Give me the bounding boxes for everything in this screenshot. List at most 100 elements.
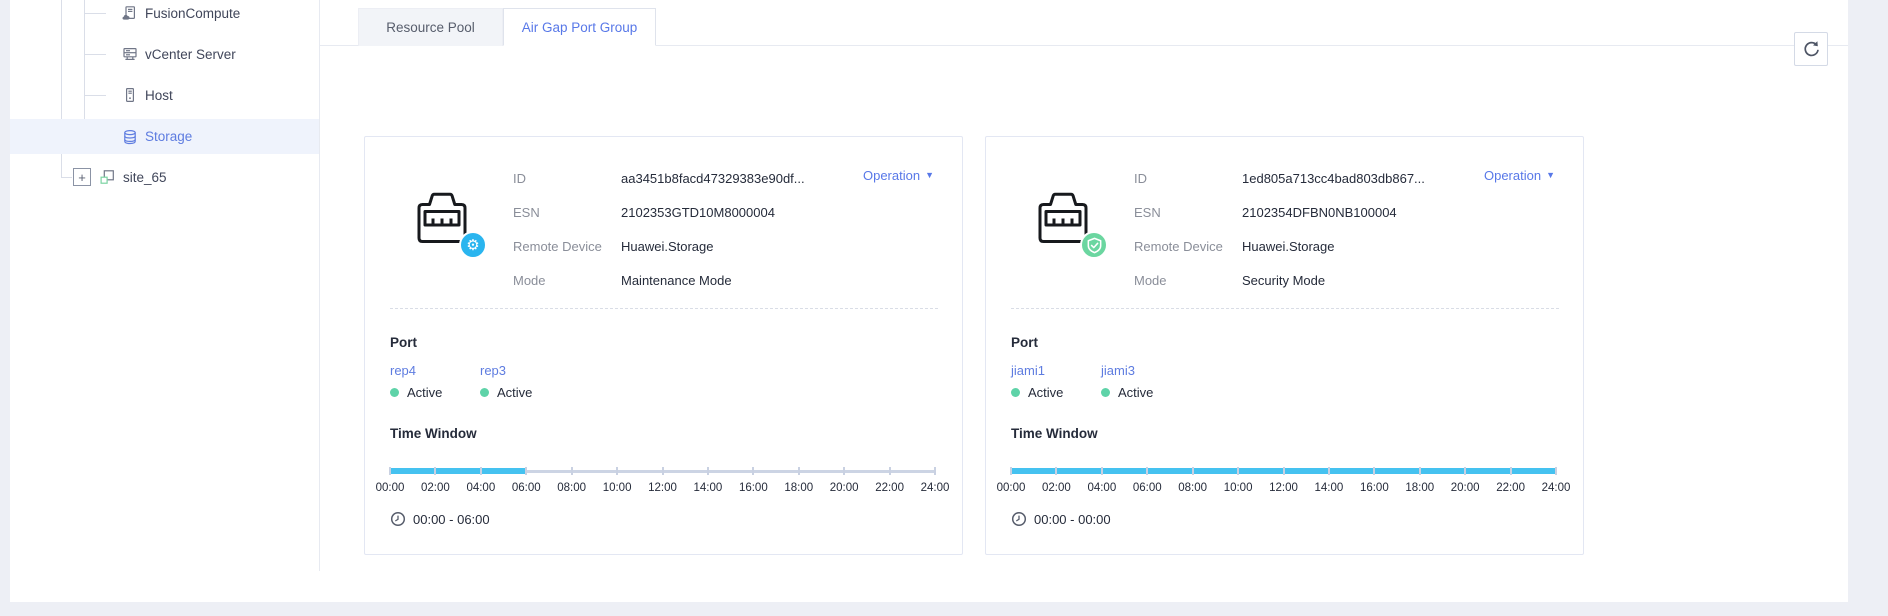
field-value: aa3451b8facd47329383e90df...: [621, 171, 805, 186]
time-range-text: 00:00 - 06:00: [413, 512, 490, 527]
port-link[interactable]: rep3: [480, 363, 506, 378]
timeline-tick: [889, 467, 891, 475]
field-label: ESN: [1134, 205, 1242, 220]
timeline-tick-labels: 00:0002:0004:0006:0008:0010:0012:0014:00…: [1011, 482, 1556, 496]
timeline-tick: [616, 467, 618, 475]
site-icon: [99, 169, 116, 185]
port-list: jiami1 Active jiami3 Active: [1011, 363, 1159, 400]
refresh-icon: [1801, 39, 1821, 59]
field-label: Mode: [513, 273, 621, 288]
app-window: FusionCompute vCenter Server: [10, 0, 1848, 602]
timeline-tick: [1283, 467, 1285, 475]
tick-label: 24:00: [921, 482, 950, 494]
port-link[interactable]: jiami1: [1011, 363, 1045, 378]
tick-label: 02:00: [421, 482, 450, 494]
field-value: 1ed805a713cc4bad803db867...: [1242, 171, 1425, 186]
operation-label: Operation: [863, 168, 920, 183]
tick-label: 16:00: [1360, 482, 1389, 494]
operation-dropdown[interactable]: Operation ▼: [1484, 168, 1555, 183]
airgap-device-icon: ⚙: [409, 186, 475, 252]
timeline-rail: [390, 467, 935, 475]
timeline-tick: [1464, 467, 1466, 475]
status-text: Active: [1118, 385, 1153, 400]
field-remote-device: Remote Device Huawei.Storage: [513, 236, 805, 257]
port-link[interactable]: jiami3: [1101, 363, 1135, 378]
port-status: Active: [1011, 385, 1069, 400]
tick-label: 06:00: [512, 482, 541, 494]
tick-label: 16:00: [739, 482, 768, 494]
field-value: 2102353GTD10M8000004: [621, 205, 775, 220]
time-range-display: 00:00 - 00:00: [1011, 511, 1111, 527]
field-mode: Mode Maintenance Mode: [513, 270, 805, 291]
status-dot-icon: [1101, 388, 1110, 397]
timeline-tick: [934, 467, 936, 475]
host-icon: [122, 87, 138, 103]
maintenance-gear-badge-icon: ⚙: [459, 231, 487, 259]
timeline-tick: [1510, 467, 1512, 475]
field-label: Remote Device: [1134, 239, 1242, 254]
tab-resource-pool[interactable]: Resource Pool: [358, 8, 503, 46]
chevron-down-icon: ▼: [925, 171, 934, 180]
time-range-display: 00:00 - 06:00: [390, 511, 490, 527]
timeline-selected-range: [390, 468, 526, 474]
tick-label: 10:00: [603, 482, 632, 494]
port-item: rep3 Active: [480, 363, 538, 400]
field-esn: ESN 2102354DFBN0NB100004: [1134, 202, 1425, 223]
storage-icon: [122, 129, 138, 145]
timeline-tick: [480, 467, 482, 475]
port-list: rep4 Active rep3 Active: [390, 363, 538, 400]
tab-air-gap-port-group[interactable]: Air Gap Port Group: [503, 8, 656, 46]
tick-label: 10:00: [1224, 482, 1253, 494]
field-value: Maintenance Mode: [621, 273, 732, 288]
tick-label: 24:00: [1542, 482, 1571, 494]
expand-plus-icon[interactable]: +: [73, 168, 91, 186]
clock-icon: [390, 511, 406, 527]
page-background-strip: [0, 602, 1888, 616]
timeline-tick: [662, 467, 664, 475]
timeline-tick: [1055, 467, 1057, 475]
airgap-card-list: ⚙ ID aa3451b8facd47329383e90df... ESN 21…: [364, 136, 1584, 555]
timeline-tick: [1192, 467, 1194, 475]
port-link[interactable]: rep4: [390, 363, 416, 378]
tick-label: 14:00: [1315, 482, 1344, 494]
time-window-title: Time Window: [1011, 426, 1098, 441]
port-section-title: Port: [390, 335, 417, 350]
sidebar-item-site-65[interactable]: + site_65: [10, 160, 320, 194]
port-status: Active: [1101, 385, 1159, 400]
timeline-rail: [1011, 467, 1556, 475]
tick-label: 06:00: [1133, 482, 1162, 494]
port-item: rep4 Active: [390, 363, 448, 400]
tick-label: 08:00: [557, 482, 586, 494]
sidebar-item-storage[interactable]: Storage: [10, 119, 320, 154]
sidebar-item-host[interactable]: Host: [10, 78, 320, 112]
field-remote-device: Remote Device Huawei.Storage: [1134, 236, 1425, 257]
port-status: Active: [480, 385, 538, 400]
status-dot-icon: [390, 388, 399, 397]
device-fields: ID 1ed805a713cc4bad803db867... ESN 21023…: [1134, 168, 1425, 291]
tick-label: 22:00: [875, 482, 904, 494]
field-value: Security Mode: [1242, 273, 1325, 288]
timeline-tick: [707, 467, 709, 475]
security-shield-check-badge-icon: [1080, 231, 1108, 259]
timeline-tick: [798, 467, 800, 475]
sidebar-item-vcenter-server[interactable]: vCenter Server: [10, 37, 320, 71]
time-window-timeline: 00:0002:0004:0006:0008:0010:0012:0014:00…: [1011, 467, 1556, 496]
main-content: Resource Pool Air Gap Port Group: [320, 0, 1848, 602]
sidebar-item-fusioncompute[interactable]: FusionCompute: [10, 0, 320, 30]
timeline-tick: [1419, 467, 1421, 475]
airgap-device-card-1: ⚙ ID aa3451b8facd47329383e90df... ESN 21…: [364, 136, 963, 555]
field-label: ID: [1134, 171, 1242, 186]
timeline-tick: [752, 467, 754, 475]
refresh-button[interactable]: [1794, 32, 1828, 66]
operation-dropdown[interactable]: Operation ▼: [863, 168, 934, 183]
sidebar-item-label: Storage: [145, 129, 192, 144]
port-item: jiami3 Active: [1101, 363, 1159, 400]
field-esn: ESN 2102353GTD10M8000004: [513, 202, 805, 223]
status-text: Active: [497, 385, 532, 400]
timeline-tick: [1101, 467, 1103, 475]
airgap-device-icon: [1030, 186, 1096, 252]
time-window-title: Time Window: [390, 426, 477, 441]
field-label: Mode: [1134, 273, 1242, 288]
fusion-compute-icon: [122, 5, 138, 21]
timeline-tick: [1373, 467, 1375, 475]
